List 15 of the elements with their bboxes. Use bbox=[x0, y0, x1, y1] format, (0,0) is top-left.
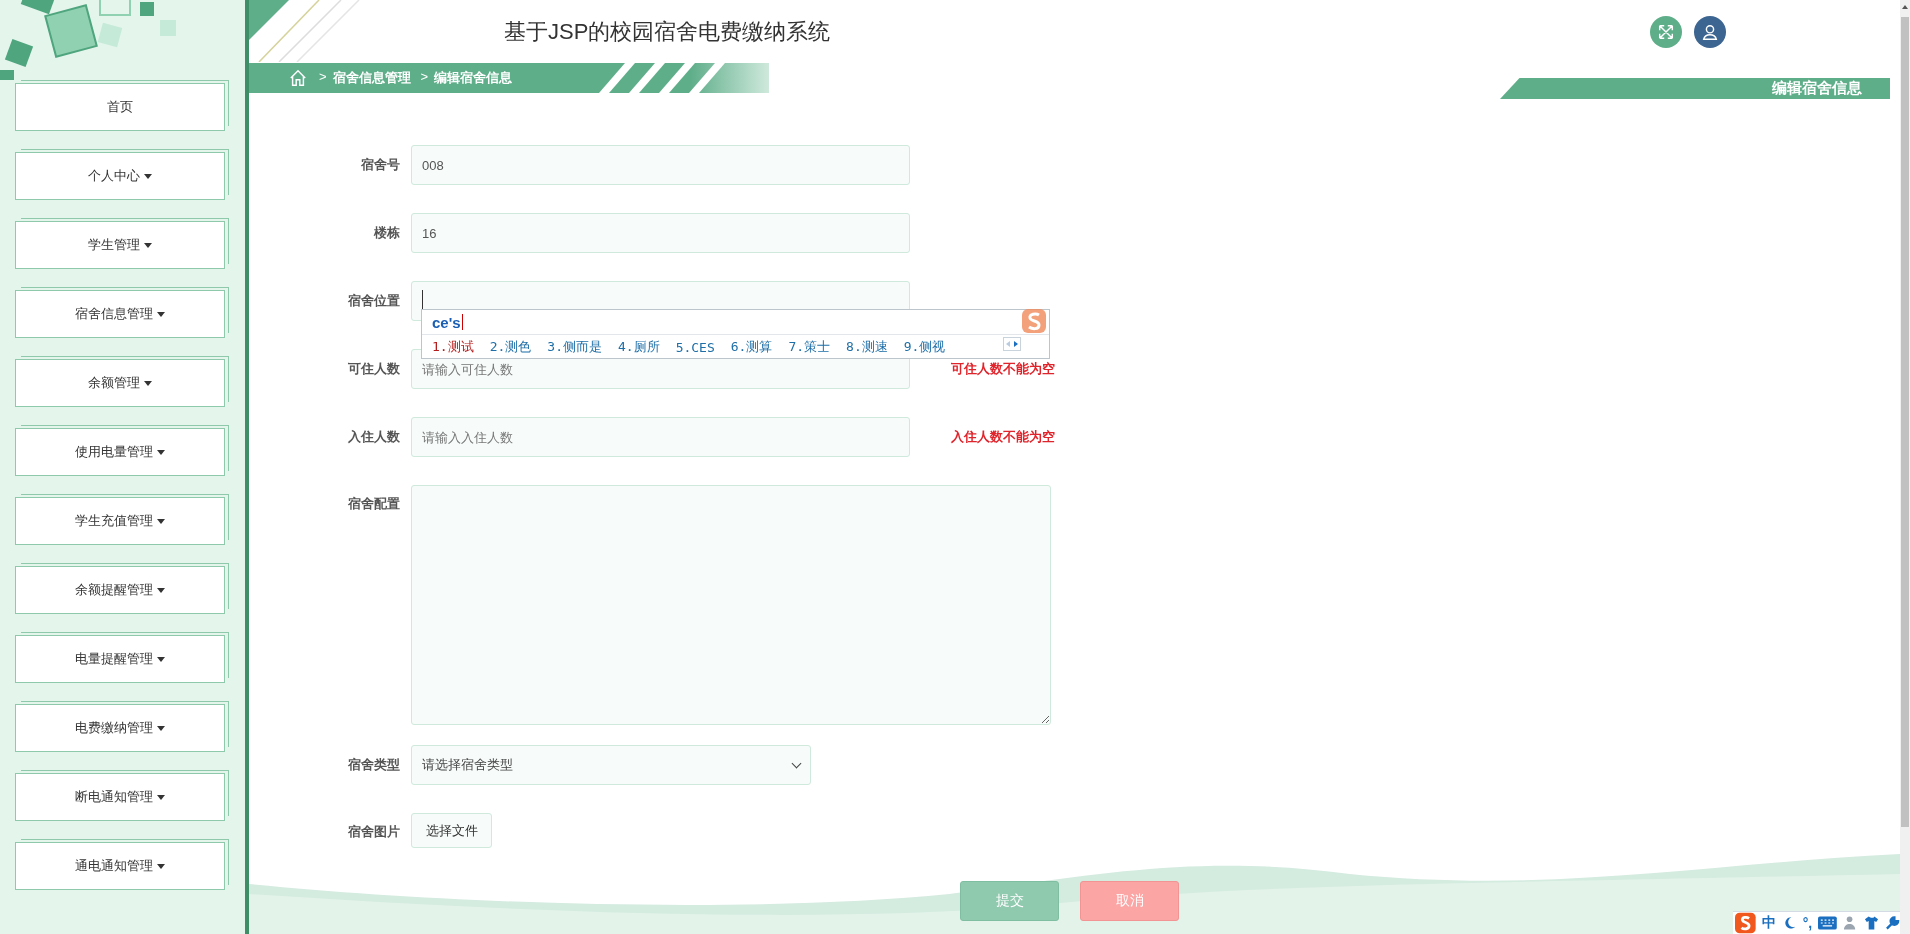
field-label: 入住人数 bbox=[347, 428, 401, 446]
field-label: 宿舍位置 bbox=[347, 292, 401, 310]
breadcrumb-separator: > bbox=[319, 69, 327, 86]
field-label: 宿舍号 bbox=[360, 156, 401, 174]
field-label: 宿舍图片 bbox=[347, 823, 401, 841]
error-message: 入住人数不能为空 bbox=[951, 428, 1055, 446]
field-label: 可住人数 bbox=[347, 360, 401, 378]
system-title: 基于JSP的校园宿舍电费缴纳系统 bbox=[504, 17, 831, 46]
page-title: 编辑宿舍信息 bbox=[1500, 78, 1890, 99]
field-label: 楼栋 bbox=[372, 224, 401, 242]
ime-input-text: ce's bbox=[432, 313, 461, 331]
field-label: 宿舍配置 bbox=[347, 495, 401, 513]
error-message: 可住人数不能为空 bbox=[951, 360, 1055, 378]
breadcrumb-separator: > bbox=[420, 69, 429, 86]
field-label: 宿舍类型 bbox=[347, 756, 401, 774]
